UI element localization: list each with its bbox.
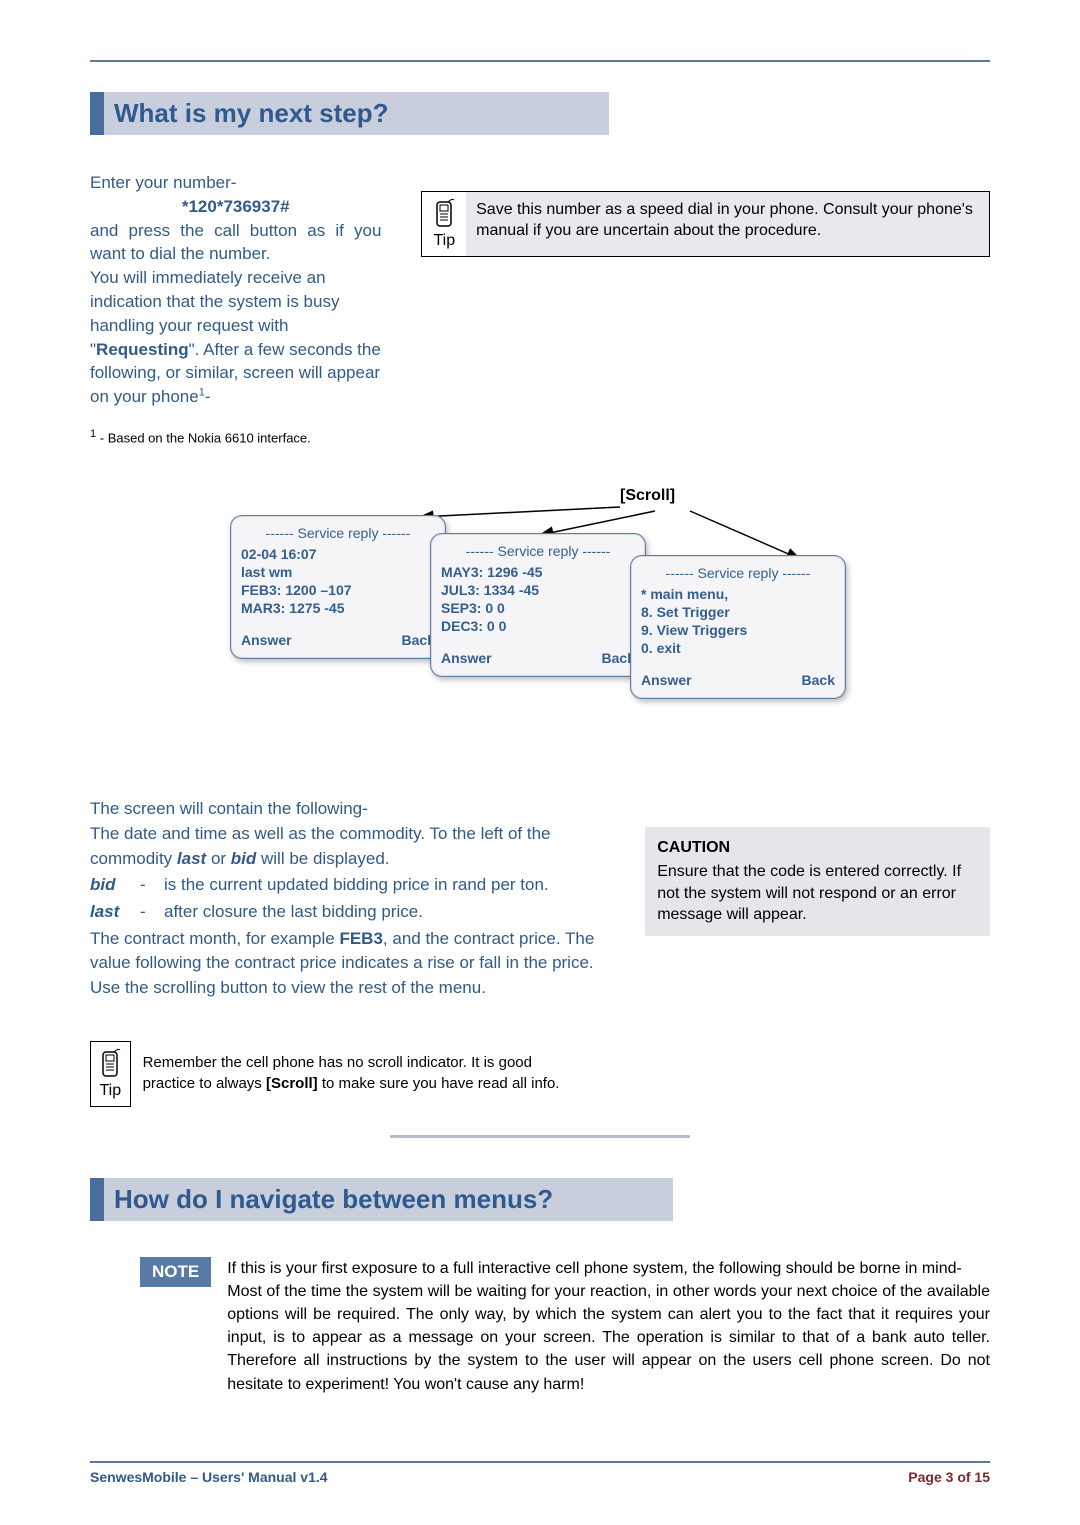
phones-figure: [Scroll] ------ Service reply ------ 02-… [90, 487, 990, 727]
def-last-dash: - [140, 900, 154, 925]
def-last-key: last [90, 900, 130, 925]
def-bid-key: bid [90, 873, 130, 898]
phone-icon [97, 1048, 123, 1080]
phone3-line-1: 8. Set Trigger [641, 603, 835, 621]
phone3-back[interactable]: Back [802, 671, 835, 689]
intro-line2: and press the call button as if you want… [90, 219, 381, 267]
def-bid-row: bid - is the current updated bidding pri… [90, 873, 605, 898]
intro-right-col: Tip Save this number as a speed dial in … [421, 171, 990, 257]
phone2-header: ------ Service reply ------ [441, 542, 635, 560]
phone3-header: ------ Service reply ------ [641, 564, 835, 582]
tip1-label: Tip [433, 232, 455, 250]
phone2-line-1: JUL3: 1334 -45 [441, 581, 635, 599]
caution-body: Ensure that the code is entered correctl… [657, 861, 978, 926]
phone1-softkeys: Answer Back [241, 631, 435, 649]
section2-title-bar: How do I navigate between menus? [90, 1178, 990, 1221]
scroll-label: [Scroll] [620, 487, 675, 505]
tip-box-1: Tip Save this number as a speed dial in … [421, 191, 990, 257]
footnote-text: - Based on the Nokia 6610 interface. [100, 430, 311, 445]
caution-title: CAUTION [657, 837, 978, 859]
phone2-line-2: SEP3: 0 0 [441, 599, 635, 617]
mid-rule [390, 1135, 690, 1138]
desc-l1: The screen will contain the following- [90, 797, 605, 822]
requesting-word: Requesting [96, 340, 189, 359]
intro-columns: Enter your number- *120*736937# and pres… [90, 171, 990, 447]
tip2-label: Tip [99, 1082, 121, 1100]
phone1-answer[interactable]: Answer [241, 631, 292, 649]
phone1-line-1: last wm [241, 563, 435, 581]
phone3-answer[interactable]: Answer [641, 671, 692, 689]
intro-tail: - [205, 387, 211, 406]
desc-l2: The date and time as well as the commodi… [90, 822, 605, 871]
footer-right: Page 3 of 15 [908, 1469, 990, 1485]
title-accent-2 [90, 1178, 104, 1221]
desc-last-word: last [177, 849, 206, 868]
desc-or: or [206, 849, 231, 868]
footer-left: SenwesMobile – Users' Manual v1.4 [90, 1469, 328, 1485]
intro-left-col: Enter your number- *120*736937# and pres… [90, 171, 381, 447]
tip2-body-b: to make sure you have read all info. [318, 1075, 560, 1092]
tip2-icon-cell: Tip [90, 1041, 131, 1107]
tip-box-2: Tip Remember the cell phone has no scrol… [90, 1041, 570, 1107]
def-last-row: last - after closure the last bidding pr… [90, 900, 605, 925]
caution-box: CAUTION Ensure that the code is entered … [645, 827, 990, 935]
tip1-icon-cell: Tip [422, 192, 466, 256]
phone3-softkeys: Answer Back [641, 671, 835, 689]
page-footer: SenwesMobile – Users' Manual v1.4 Page 3… [90, 1461, 990, 1485]
desc-l2b: will be displayed. [256, 849, 389, 868]
note-chip: NOTE [140, 1257, 211, 1287]
phone1-header: ------ Service reply ------ [241, 524, 435, 542]
note-row: NOTE If this is your first exposure to a… [90, 1257, 990, 1396]
phone3-lines: * main menu, 8. Set Trigger 9. View Trig… [641, 585, 835, 658]
section2-title: How do I navigate between menus? [104, 1178, 673, 1221]
phone2-lines: MAY3: 1296 -45 JUL3: 1334 -45 SEP3: 0 0 … [441, 563, 635, 636]
desc-l3a: The contract month, for example [90, 929, 339, 948]
footnote: 1 - Based on the Nokia 6610 interface. [90, 427, 381, 448]
top-rule [90, 60, 990, 62]
phone2-softkeys: Answer Back [441, 649, 635, 667]
section1-title: What is my next step? [104, 92, 609, 135]
description: The screen will contain the following- T… [90, 797, 605, 1000]
dial-code: *120*736937# [90, 195, 381, 219]
phone2-answer[interactable]: Answer [441, 649, 492, 667]
intro-line1: Enter your number- [90, 171, 381, 195]
phone2-line-3: DEC3: 0 0 [441, 617, 635, 635]
mid-rule-wrap [90, 1135, 990, 1138]
phone-screen-2: ------ Service reply ------ MAY3: 1296 -… [430, 533, 646, 676]
def-bid-dash: - [140, 873, 154, 898]
phone1-line-2: FEB3: 1200 –107 [241, 581, 435, 599]
tip2-scroll-word: [Scroll] [266, 1075, 318, 1092]
def-last-val: after closure the last bidding price. [164, 900, 423, 925]
phone3-line-3: 0. exit [641, 639, 835, 657]
desc-l3: The contract month, for example FEB3, an… [90, 927, 605, 976]
desc-row: The screen will contain the following- T… [90, 747, 990, 1000]
phone1-lines: 02-04 16:07 last wm FEB3: 1200 –107 MAR3… [241, 545, 435, 618]
phone1-line-0: 02-04 16:07 [241, 545, 435, 563]
phone-screen-1: ------ Service reply ------ 02-04 16:07 … [230, 515, 446, 658]
phone3-line-2: 9. View Triggers [641, 621, 835, 639]
tip1-body: Save this number as a speed dial in your… [466, 192, 989, 256]
section1-title-bar: What is my next step? [90, 92, 990, 135]
def-bid-val: is the current updated bidding price in … [164, 873, 549, 898]
tip2-body: Remember the cell phone has no scroll in… [131, 1041, 570, 1107]
phone-screen-3: ------ Service reply ------ * main menu,… [630, 555, 846, 698]
phone-icon [431, 198, 457, 230]
phone1-line-3: MAR3: 1275 -45 [241, 599, 435, 617]
page: What is my next step? Enter your number-… [0, 0, 1080, 1525]
title-accent [90, 92, 104, 135]
desc-feb3: FEB3 [339, 929, 382, 948]
footnote-sup: 1 [90, 428, 96, 440]
phone2-line-0: MAY3: 1296 -45 [441, 563, 635, 581]
phone3-line-0: * main menu, [641, 585, 835, 603]
note-body: If this is your first exposure to a full… [227, 1257, 990, 1396]
desc-l4: Use the scrolling button to view the res… [90, 976, 605, 1001]
desc-bid-word: bid [231, 849, 257, 868]
intro-line3: You will immediately receive an indicati… [90, 266, 381, 409]
